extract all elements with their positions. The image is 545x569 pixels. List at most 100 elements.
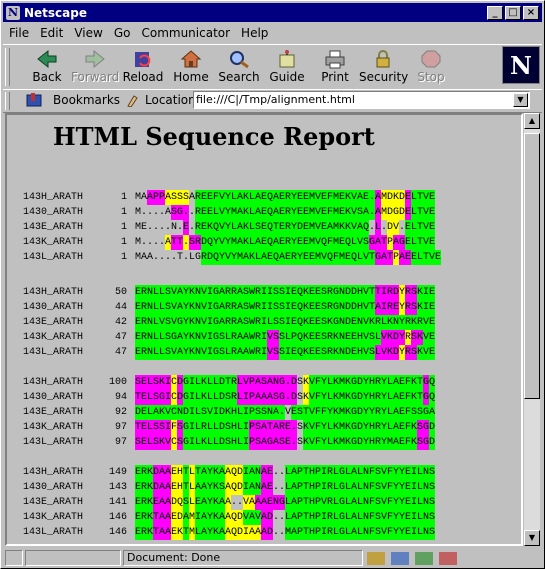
sequence-name: 1430_ARATH bbox=[23, 302, 84, 313]
menu-edit[interactable]: Edit bbox=[40, 26, 63, 40]
toolbar-grip[interactable] bbox=[5, 48, 10, 86]
reload-button[interactable]: Reload bbox=[119, 47, 167, 87]
status-bar: Document: Done bbox=[3, 548, 542, 568]
alignment-row: 143E_ARATH 42 ERNLVSVGYKNVIGARRASWRILSSIEQ… bbox=[23, 315, 435, 330]
sequence-residues: ERKTAAEDAMIAYKAAQDVAVAD..LAPTHPIRLGLALNF… bbox=[135, 510, 436, 525]
alignment-block: 143H_ARATH 149 ERKDAAEHTLTAYKAAQDIANAE..LA… bbox=[23, 465, 435, 540]
status-text: Document: Done bbox=[123, 550, 363, 566]
maximize-button[interactable]: □ bbox=[505, 5, 521, 20]
netscape-app-icon[interactable]: N bbox=[6, 5, 20, 20]
alignment-row: 1430_ARATH 1 M....ASG..REELVYMAKLAEQAERYEE… bbox=[23, 205, 441, 220]
sequence-start-position: 146 bbox=[108, 512, 127, 523]
reload-icon bbox=[132, 49, 154, 69]
bookmarks-label: Bookmarks bbox=[53, 93, 121, 107]
alignment-block: 143H_ARATH 1 MAAPPASSSAREEFVYLAKLAEQAERYEE… bbox=[23, 190, 441, 265]
navigator-icon[interactable] bbox=[367, 551, 385, 565]
scroll-up-button[interactable]: ▲ bbox=[524, 113, 540, 129]
sequence-name: 143H_ARATH bbox=[23, 192, 84, 203]
progress-bar bbox=[25, 550, 121, 566]
guide-label: Guide bbox=[269, 70, 305, 84]
sequence-name: 143H_ARATH bbox=[23, 287, 84, 298]
sequence-name: 143K_ARATH bbox=[23, 422, 84, 433]
alignment-row: 143K_ARATH 1 M....ATT.SRDQYVYMAKLAEQAERYEE… bbox=[23, 235, 441, 250]
alignment-row: 143L_ARATH 97 SELSKVCSGILKLLDSHLIPSAGASE.S… bbox=[23, 435, 435, 450]
security-button[interactable]: Security bbox=[359, 47, 409, 87]
sequence-residues: SELSKVCSGILKLLDSHLIPSAGASE.SKVFYLKMKGDYH… bbox=[135, 435, 436, 450]
navigation-toolbar: Back Forward Reload Home Search Guide Pr… bbox=[3, 44, 542, 90]
sequence-residues: TELSGICDGILKLLDSRLIPAAASG.DSKVFYLKMKGDYH… bbox=[135, 390, 436, 405]
menu-go[interactable]: Go bbox=[114, 26, 131, 40]
title-bar[interactable]: N Netscape _ □ × bbox=[3, 3, 542, 22]
menu-view[interactable]: View bbox=[74, 26, 102, 40]
stop-button[interactable]: Stop bbox=[407, 47, 455, 87]
minimize-button[interactable]: _ bbox=[487, 5, 503, 20]
sequence-residues: M....ASG..REELVYMAKLAEQAERYEEMVEFMEKVSA.… bbox=[135, 205, 436, 220]
alignment-block: 143H_ARATH 50 ERNLLSVAYKNVIGARRASWRIISSIEQ… bbox=[23, 285, 435, 360]
guide-icon bbox=[276, 49, 298, 69]
home-icon bbox=[180, 49, 202, 69]
sequence-name: 1430_ARATH bbox=[23, 392, 84, 403]
alignment-row: 143L_ARATH 47 ERNLLSVAYKNVIGSLRAAWRIVSSIEQ… bbox=[23, 345, 435, 360]
sequence-start-position: 47 bbox=[114, 347, 127, 358]
vertical-scrollbar[interactable]: ▲ ▼ bbox=[524, 113, 540, 546]
sequence-start-position: 50 bbox=[114, 287, 127, 298]
sequence-name: 143K_ARATH bbox=[23, 237, 84, 248]
sequence-start-position: 1 bbox=[120, 222, 127, 233]
sequence-name: 143L_ARATH bbox=[23, 437, 84, 448]
sequence-residues: ERNLLSVAYKNVIGARRASWRIISSIEQKEESRGNDDHVT… bbox=[135, 300, 436, 315]
forward-button[interactable]: Forward bbox=[71, 47, 119, 87]
security-status-icon[interactable] bbox=[5, 550, 23, 566]
alignment-row: 143K_ARATH 97 TELSSIFSGILRLLDSHLIPSATARE.S… bbox=[23, 420, 435, 435]
page-proxy-icon[interactable] bbox=[125, 93, 141, 107]
sequence-name: 143L_ARATH bbox=[23, 252, 84, 263]
alignment-row: 143H_ARATH 100 SELSKICDGILKLLDTRLVPASANG.D… bbox=[23, 375, 435, 390]
reload-label: Reload bbox=[122, 70, 164, 84]
url-history-dropdown-button[interactable]: ▼ bbox=[513, 93, 528, 107]
composer-icon[interactable] bbox=[439, 551, 457, 565]
security-label: Security bbox=[359, 70, 409, 84]
alignment-row: 143K_ARATH 146 ERKTAAEDAMIAYKAAQDVAVAD..LA… bbox=[23, 510, 435, 525]
sequence-name: 1430_ARATH bbox=[23, 207, 84, 218]
sequence-residues: ERKEAADQSLEAYKAA..VAAAENGLAPTHPVRLGLALNF… bbox=[135, 495, 436, 510]
sequence-residues: MAAPPASSSAREEFVYLAKLAEQAERYEEMVEFMEKVAE.… bbox=[135, 190, 436, 205]
print-button[interactable]: Print bbox=[311, 47, 359, 87]
newsgroups-icon[interactable] bbox=[415, 551, 433, 565]
sequence-name: 143E_ARATH bbox=[23, 407, 84, 418]
mail-icon[interactable] bbox=[391, 551, 409, 565]
menu-help[interactable]: Help bbox=[241, 26, 268, 40]
alignment-row: 143E_ARATH 141 ERKEAADQSLEAYKAA..VAAAENGLA… bbox=[23, 495, 435, 510]
sequence-name: 143L_ARATH bbox=[23, 527, 84, 538]
print-icon bbox=[324, 49, 346, 69]
back-button[interactable]: Back bbox=[23, 47, 71, 87]
location-grip[interactable] bbox=[5, 92, 10, 110]
page-title: HTML Sequence Report bbox=[53, 122, 375, 151]
sequence-start-position: 47 bbox=[114, 332, 127, 343]
sequence-residues: ERNLVSVGYKNVIGARRASWRILSSIEQKEESKGNDENVK… bbox=[135, 315, 436, 330]
print-label: Print bbox=[321, 70, 349, 84]
sequence-residues: ERKDAAEHTLTAYKAAQDIANAE..LAPTHPIRLGLALNF… bbox=[135, 465, 436, 480]
page-viewport[interactable]: HTML Sequence Report 143H_ARATH 1 MAAPPASS… bbox=[5, 113, 523, 546]
close-button[interactable]: × bbox=[523, 5, 539, 20]
menu-communicator[interactable]: Communicator bbox=[141, 26, 230, 40]
home-button[interactable]: Home bbox=[167, 47, 215, 87]
search-button[interactable]: Search bbox=[215, 47, 263, 87]
stop-label: Stop bbox=[417, 70, 445, 84]
browser-window: N Netscape _ □ × File Edit View Go Commu… bbox=[0, 0, 545, 569]
sequence-start-position: 1 bbox=[120, 252, 127, 263]
url-input[interactable] bbox=[194, 92, 506, 107]
sequence-start-position: 94 bbox=[114, 392, 127, 403]
menu-bar: File Edit View Go Communicator Help bbox=[3, 23, 542, 43]
menu-file[interactable]: File bbox=[9, 26, 29, 40]
sequence-start-position: 141 bbox=[108, 497, 127, 508]
bookmarks-button[interactable]: Bookmarks bbox=[25, 93, 120, 107]
home-label: Home bbox=[173, 70, 209, 84]
alignment-row: 143L_ARATH 146 ERKTAAEKTMLAYKAAQDIAAAD..MA… bbox=[23, 525, 435, 540]
guide-button[interactable]: Guide bbox=[263, 47, 311, 87]
scroll-down-button[interactable]: ▼ bbox=[524, 530, 540, 546]
netscape-logo[interactable]: N bbox=[502, 46, 540, 84]
scroll-thumb[interactable] bbox=[524, 133, 540, 399]
sequence-residues: TELSSIFSGILRLLDSHLIPSATARE.SKVFYLKMKGDYH… bbox=[135, 420, 436, 435]
alignment-row: 1430_ARATH 143 ERKDAAEHTLAAYKSAQDIANAE..LA… bbox=[23, 480, 435, 495]
forward-label: Forward bbox=[71, 70, 120, 84]
sequence-residues: ME....N.E.REKQVYLAKLSEQTERYDEMVEAMKKVAQ.… bbox=[135, 220, 436, 235]
